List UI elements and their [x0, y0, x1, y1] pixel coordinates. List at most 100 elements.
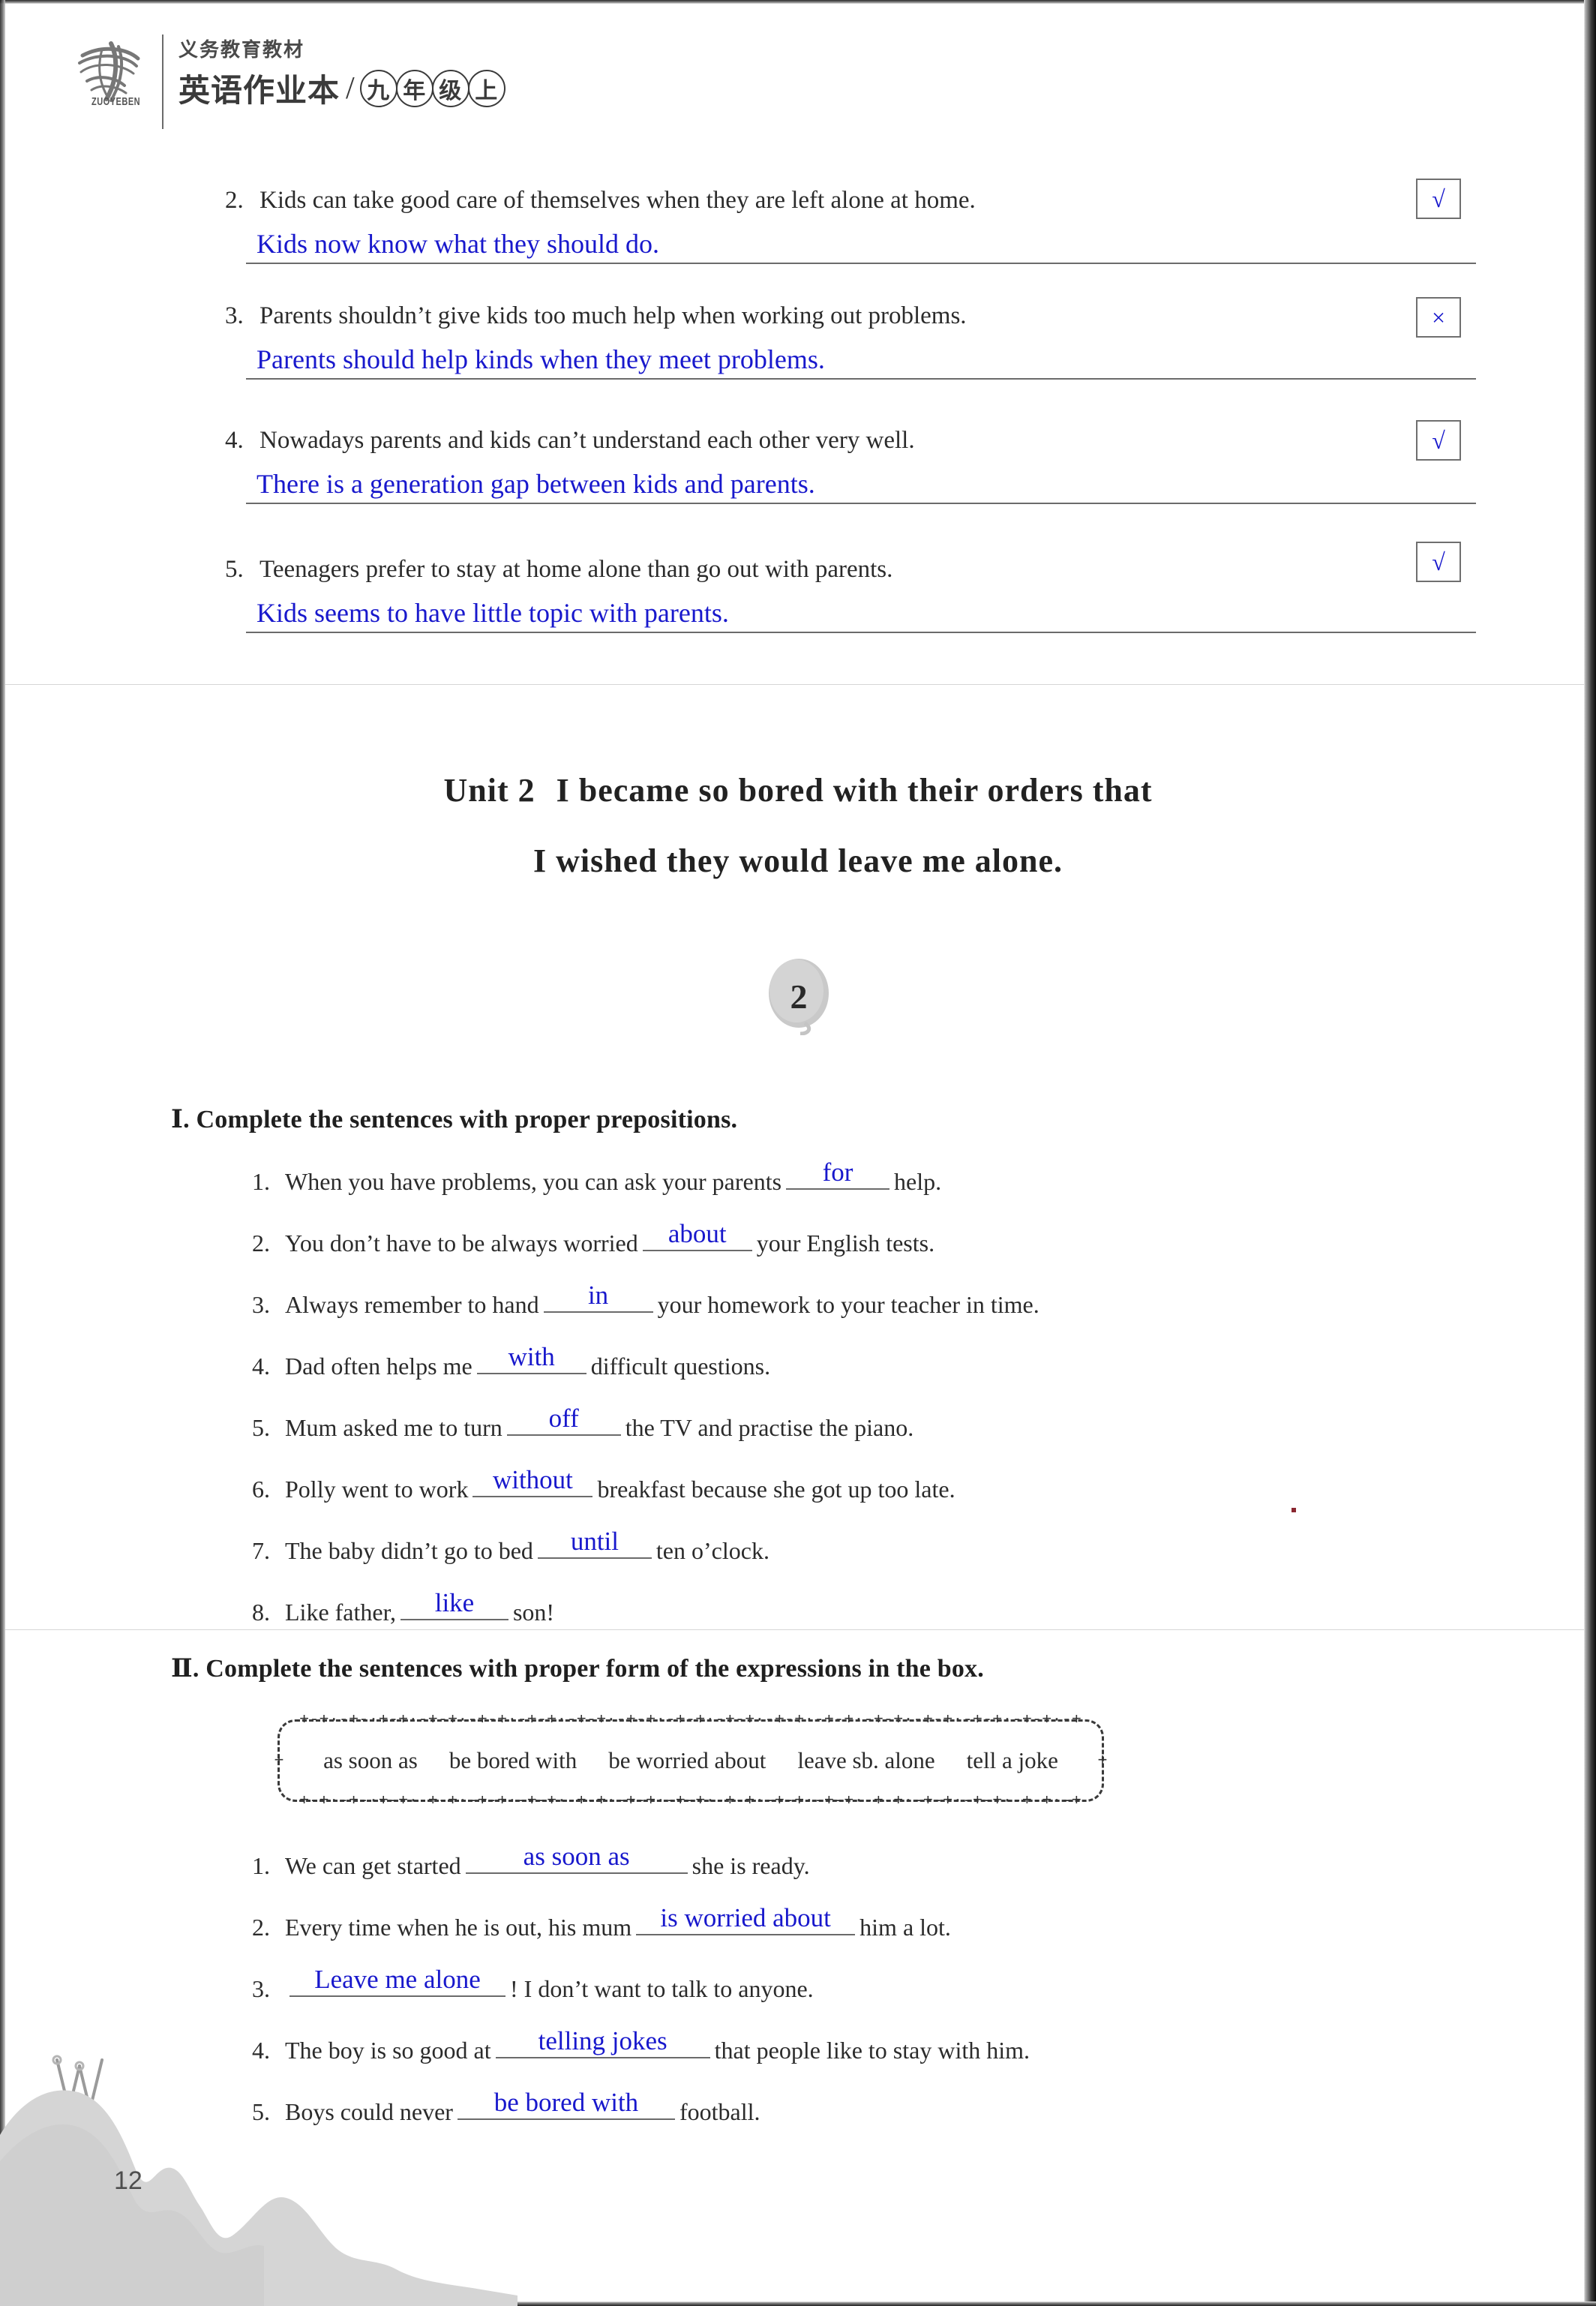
grade-char-1: 年: [395, 69, 434, 107]
answer-text: Leave me alone: [314, 1964, 481, 1994]
answer-blank[interactable]: with: [476, 1342, 586, 1374]
tf-checkbox[interactable]: √: [1416, 179, 1461, 219]
publisher-spiral-logo-icon: ZUOYEBEN: [72, 33, 150, 111]
unit-title-text-1: I became so bored with their orders that: [556, 772, 1153, 809]
answer-blank[interactable]: off: [506, 1404, 621, 1436]
grade-char-0: 九: [359, 69, 398, 107]
question-text-before: Like father,: [285, 1599, 396, 1626]
word-box-expression: be worried about: [608, 1747, 766, 1773]
tf-answer-blank[interactable]: Parents should help kinds when they meet…: [246, 339, 1476, 383]
scan-edge-left: [0, 0, 5, 2306]
answer-blank[interactable]: telling jokes: [495, 2026, 710, 2058]
tf-answer-blank[interactable]: Kids now know what they should do.: [246, 224, 1476, 267]
question-text-after: help.: [894, 1168, 942, 1195]
question-number: 6.: [252, 1476, 270, 1503]
question-text-after: ten o’clock.: [656, 1537, 770, 1564]
tf-item-number: 4.: [225, 427, 244, 454]
question-text-before: Always remember to hand: [285, 1291, 539, 1318]
word-box-expression: as soon as: [323, 1747, 418, 1773]
unit-title-line-1: Unit 2 I became so bored with their order…: [0, 771, 1596, 809]
grade-char-2: 级: [431, 69, 470, 107]
tf-checkbox-mark: √: [1432, 185, 1445, 212]
tf-checkbox[interactable]: √: [1416, 420, 1461, 461]
tf-checkbox-mark: √: [1432, 548, 1445, 575]
tf-answer-blank[interactable]: Kids seems to have little topic with par…: [246, 593, 1476, 636]
tf-answer-rule: [246, 502, 1476, 504]
answer-blank[interactable]: in: [543, 1281, 653, 1313]
answer-blank[interactable]: without: [472, 1465, 593, 1497]
question-number: 3.: [252, 1291, 270, 1318]
answer-text: off: [548, 1403, 579, 1433]
question-text-after: the TV and practise the piano.: [625, 1414, 914, 1441]
section-one-question: 5. Mum asked me to turn off the TV and p…: [252, 1404, 914, 1441]
question-number: 5.: [252, 2098, 270, 2125]
answer-blank[interactable]: for: [786, 1158, 890, 1190]
question-text-after: ! I don’t want to talk to anyone.: [510, 1975, 814, 2002]
scan-edge-top: [0, 0, 1596, 4]
answer-blank[interactable]: about: [642, 1219, 752, 1251]
tf-answer-blank[interactable]: There is a generation gap between kids a…: [246, 464, 1476, 507]
question-number: 8.: [252, 1599, 270, 1626]
word-box-left-border-decoration: +: [274, 1751, 284, 1770]
tf-answer-rule: [246, 631, 1476, 633]
word-box-expression: tell a joke: [966, 1747, 1058, 1773]
question-text-after: son!: [512, 1599, 555, 1626]
masthead-series-label: 义务教育教材: [178, 39, 305, 61]
answer-text: about: [668, 1218, 727, 1248]
answer-blank[interactable]: Leave me alone: [290, 1965, 506, 1997]
answer-blank[interactable]: is worried about: [636, 1903, 856, 1935]
word-box-bottom-border-decoration: +-+·-+-·+-+·-+-+·-+-+·-+-+·-+-+·-+-+·-+-…: [299, 1796, 1082, 1806]
scan-speck: [1292, 1508, 1296, 1512]
tf-item-statement: Parents shouldn’t give kids too much hel…: [260, 302, 967, 329]
section-one-question: 1. When you have problems, you can ask y…: [252, 1158, 942, 1195]
answer-text: with: [508, 1341, 555, 1371]
tf-item: 2. Kids can take good care of themselves…: [225, 186, 1500, 267]
grade-char-3: 上: [467, 69, 506, 107]
question-number: 4.: [252, 2037, 270, 2064]
logo-caption: ZUOYEBEN: [92, 95, 141, 108]
question-text-before: When you have problems, you can ask your…: [285, 1168, 782, 1195]
tf-answer-text: Kids seems to have little topic with par…: [256, 597, 729, 628]
question-number: 3.: [252, 1975, 270, 2002]
answer-blank[interactable]: as soon as: [465, 1842, 688, 1874]
word-box-top-border-decoration: +-+·-+-·+-+·-+-+·-+-+·-+-+·-+-+·-+-+·-+-…: [299, 1715, 1082, 1725]
tf-checkbox-mark: ×: [1431, 304, 1446, 331]
section-one-heading: Ⅰ. Complete the sentences with proper pr…: [171, 1106, 738, 1133]
answer-blank[interactable]: be bored with: [457, 2088, 675, 2120]
question-number: 2.: [252, 1230, 270, 1257]
tf-item: 3. Parents shouldn’t give kids too much …: [225, 302, 1500, 383]
answer-text: for: [822, 1157, 854, 1187]
question-text-after: your English tests.: [756, 1230, 935, 1257]
answer-text: until: [570, 1526, 619, 1556]
tf-item: 4. Nowadays parents and kids can’t under…: [225, 426, 1500, 507]
question-text-after: him a lot.: [860, 1914, 951, 1941]
tf-item-statement: Teenagers prefer to stay at home alone t…: [260, 556, 893, 583]
section-one-question: 7. The baby didn’t go to bed until ten o…: [252, 1527, 770, 1564]
word-box-right-border-decoration: +: [1097, 1751, 1108, 1770]
workbook-page: ZUOYEBEN 义务教育教材 英语作业本 / 九 年 级 上 2. Kids …: [0, 0, 1596, 2306]
tf-item-statement: Nowadays parents and kids can’t understa…: [260, 427, 915, 454]
tf-checkbox[interactable]: √: [1416, 542, 1461, 582]
answer-text: in: [587, 1280, 609, 1310]
answer-text: without: [492, 1464, 573, 1494]
section-one-question: 4. Dad often helps me with difficult que…: [252, 1342, 770, 1380]
tf-checkbox[interactable]: ×: [1416, 297, 1461, 338]
word-box-expression: be bored with: [448, 1747, 578, 1773]
answer-text: telling jokes: [538, 2025, 668, 2055]
question-text-after: breakfast because she got up too late.: [597, 1476, 956, 1503]
question-number: 1.: [252, 1852, 270, 1879]
question-number: 5.: [252, 1414, 270, 1441]
answer-blank[interactable]: until: [537, 1527, 652, 1559]
section-separator: [5, 1629, 1584, 1630]
section-one-question: 2. You don’t have to be always worried a…: [252, 1219, 935, 1257]
section-one-question: 6. Polly went to work without breakfast …: [252, 1465, 956, 1503]
unit-title-line-2: I wished they would leave me alone.: [0, 842, 1596, 880]
question-text-before: Mum asked me to turn: [285, 1414, 502, 1441]
answer-blank[interactable]: like: [400, 1588, 508, 1620]
answer-text: be bored with: [494, 2087, 639, 2117]
question-text-before: You don’t have to be always worried: [285, 1230, 638, 1257]
question-text-before: Boys could never: [285, 2098, 453, 2125]
tf-answer-text: Parents should help kinds when they meet…: [256, 344, 825, 374]
tf-item-number: 5.: [225, 556, 244, 583]
question-text-after: football.: [679, 2098, 760, 2125]
